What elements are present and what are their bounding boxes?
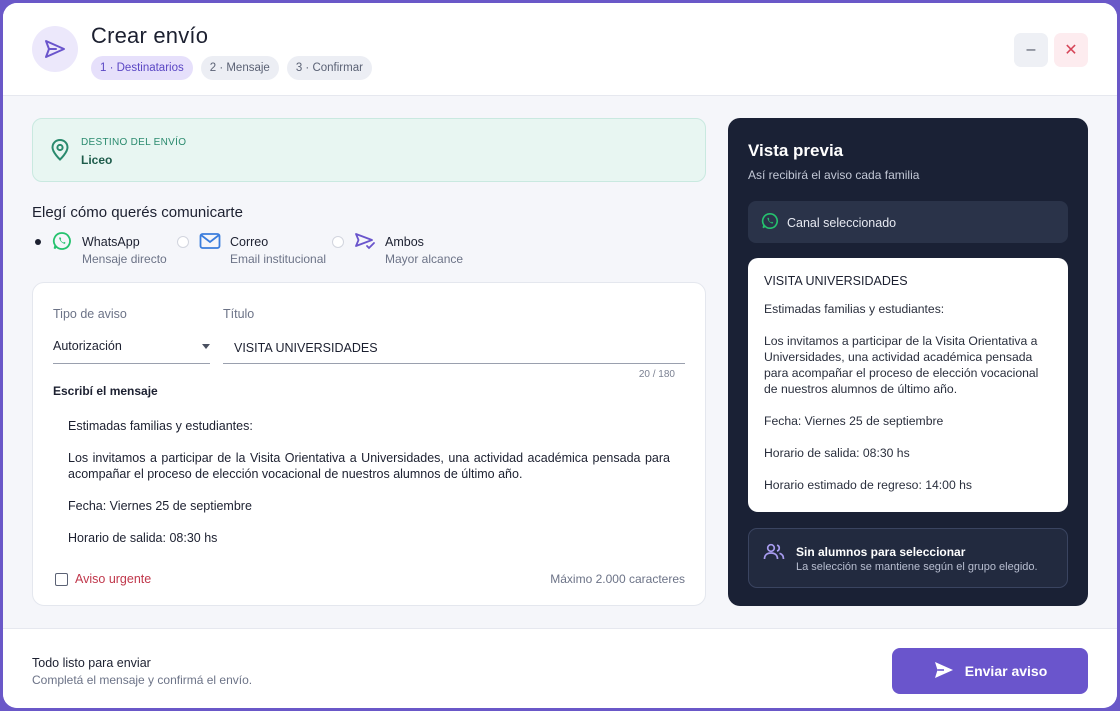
preview-message-title: VISITA UNIVERSIDADES — [764, 274, 908, 288]
destination-card: DESTINO DEL ENVÍO Liceo — [32, 118, 706, 182]
preview-paragraph: Estimadas familias y estudiantes: — [764, 302, 945, 316]
stepper: 1 · Destinatarios 2 · Mensaje 3 · Confir… — [91, 56, 372, 80]
send-icon — [933, 660, 955, 683]
message-form: Tipo de aviso Título Autorización 20 / 1… — [32, 282, 706, 606]
channel-name: Correo — [230, 235, 269, 249]
preview-message: VISITA UNIVERSIDADES Estimadas familias … — [748, 258, 1068, 512]
urgent-label: Aviso urgente — [75, 572, 152, 586]
page-title: Crear envío — [91, 23, 209, 48]
send-check-icon — [354, 231, 376, 253]
step-recipients[interactable]: 1 · Destinatarios — [91, 56, 193, 80]
step-confirm[interactable]: 3 · Confirmar — [286, 56, 372, 80]
channel-whatsapp[interactable]: WhatsApp Mensaje directo — [32, 231, 182, 267]
minimize-icon: – — [1026, 41, 1036, 58]
dialog-footer: Todo listo para enviar Completá el mensa… — [3, 628, 1117, 708]
radio-email[interactable] — [177, 236, 189, 248]
step-message[interactable]: 2 · Mensaje — [200, 56, 279, 80]
channel-desc: Mensaje directo — [82, 252, 167, 266]
urgent-checkbox[interactable] — [55, 572, 68, 586]
notice-type-value: Autorización — [53, 339, 122, 353]
max-chars-hint: Máximo 2.000 caracteres — [550, 572, 685, 586]
selected-channel-badge: Canal seleccionado — [748, 201, 1068, 243]
preview-message-body: Estimadas familias y estudiantes: Los in… — [764, 301, 1052, 493]
no-students-subtitle: La selección se mantiene según el grupo … — [796, 561, 1038, 573]
no-students-title: Sin alumnos para seleccionar — [796, 545, 966, 559]
no-students-notice: Sin alumnos para seleccionar La selecció… — [748, 528, 1068, 588]
radio-both[interactable] — [332, 236, 344, 248]
channel-both[interactable]: Ambos Mayor alcance — [332, 231, 482, 267]
channel-name: Ambos — [385, 235, 424, 249]
users-icon — [763, 543, 785, 566]
preview-paragraph: Fecha: Viernes 25 de septiembre — [764, 414, 944, 428]
preview-paragraph: Los invitamos a participar de la Visita … — [764, 334, 1039, 396]
footer-status-title: Todo listo para enviar — [32, 656, 151, 670]
send-icon — [32, 26, 78, 72]
preview-paragraph: Horario de salida: 08:30 hs — [764, 446, 910, 460]
channel-name: WhatsApp — [82, 235, 140, 249]
close-icon: ✕ — [1064, 42, 1078, 59]
footer-status-subtitle: Completá el mensaje y confirmá el envío. — [32, 673, 253, 687]
radio-whatsapp[interactable] — [32, 236, 44, 248]
dialog-header: Crear envío 1 · Destinatarios 2 · Mensaj… — [3, 3, 1117, 96]
message-paragraph: Fecha: Viernes 25 de septiembre — [68, 499, 252, 513]
close-button[interactable]: ✕ — [1054, 33, 1088, 67]
send-notice-button[interactable]: Enviar aviso — [892, 648, 1088, 694]
send-button-label: Enviar aviso — [964, 663, 1048, 679]
title-input[interactable] — [223, 333, 685, 364]
selected-channel-label: Canal seleccionado — [787, 216, 897, 230]
channel-email[interactable]: Correo Email institucional — [177, 231, 327, 267]
message-label: Escribí el mensaje — [53, 384, 158, 398]
type-label: Tipo de aviso — [53, 307, 127, 321]
urgent-toggle[interactable]: Aviso urgente — [55, 572, 151, 586]
location-pin-icon — [51, 138, 69, 166]
destination-value: Liceo — [81, 153, 113, 167]
channel-section-title: Elegí cómo querés comunicarte — [32, 204, 243, 221]
channel-desc: Mayor alcance — [385, 252, 464, 266]
preview-subtitle: Así recibirá el aviso cada familia — [748, 168, 920, 182]
title-label: Título — [223, 307, 255, 321]
preview-paragraph: Horario estimado de regreso: 14:00 hs — [764, 478, 972, 492]
preview-panel: Vista previa Así recibirá el aviso cada … — [728, 118, 1088, 606]
message-paragraph: Estimadas familias y estudiantes: — [68, 419, 253, 433]
title-counter: 20 / 180 — [638, 369, 675, 380]
minimize-button[interactable]: – — [1014, 33, 1048, 67]
message-textarea[interactable]: Estimadas familias y estudiantes: Los in… — [68, 418, 670, 558]
create-send-dialog: Crear envío 1 · Destinatarios 2 · Mensaj… — [3, 3, 1117, 708]
whatsapp-icon — [761, 212, 779, 235]
caret-down-icon — [202, 344, 210, 349]
notice-type-select[interactable]: Autorización — [53, 333, 210, 364]
channel-desc: Email institucional — [230, 252, 327, 266]
whatsapp-icon — [52, 231, 74, 253]
message-paragraph: Los invitamos a participar de la Visita … — [68, 451, 670, 481]
destination-label: DESTINO DEL ENVÍO — [81, 137, 187, 148]
message-paragraph: Horario de salida: 08:30 hs — [68, 531, 218, 545]
preview-title: Vista previa — [748, 141, 844, 160]
mail-icon — [199, 231, 221, 253]
